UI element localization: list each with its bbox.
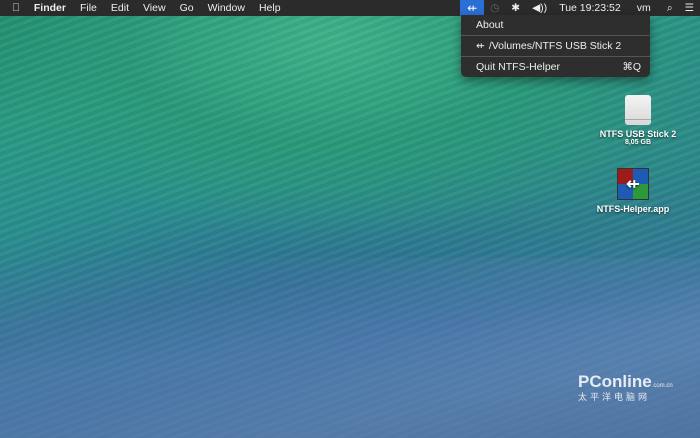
menu-edit[interactable]: Edit [104, 0, 136, 16]
bluetooth-icon[interactable]: ✱ [505, 0, 526, 16]
wallpaper-wave-base [0, 258, 700, 438]
watermark-cn: 太平洋电脑网 [578, 392, 651, 402]
menu-separator [461, 56, 650, 57]
menu-view[interactable]: View [136, 0, 173, 16]
pconline-watermark: PConline.com.cn 太平洋电脑网 [578, 372, 673, 403]
desktop-icon-app[interactable]: ⇷ NTFS-Helper.app [588, 168, 678, 214]
apple-menu-icon[interactable]:  [0, 0, 27, 16]
desktop-icon-drive[interactable]: NTFS USB Stick 2 8,05 GB [588, 95, 688, 146]
menu-go[interactable]: Go [173, 0, 201, 16]
usb-icon: ⇷ [476, 40, 485, 52]
menu-separator [461, 35, 650, 36]
menu-window[interactable]: Window [201, 0, 252, 16]
time-machine-icon[interactable]: ◷ [484, 0, 505, 16]
ntfs-helper-app-icon: ⇷ [617, 168, 649, 200]
menu-bar:  Finder File Edit View Go Window Help ⇷… [0, 0, 700, 16]
usb-status-icon[interactable]: ⇷ [460, 0, 485, 16]
menu-finder[interactable]: Finder [27, 0, 73, 16]
drive-size: 8,05 GB [624, 139, 652, 146]
ntfs-helper-menu: About ⇷/Volumes/NTFS USB Stick 2 Quit NT… [461, 15, 650, 77]
user-menu[interactable]: vm [627, 0, 661, 16]
watermark-domain: .com.cn [651, 383, 673, 389]
volume-icon[interactable]: ◀)) [526, 0, 553, 16]
volume-path: /Volumes/NTFS USB Stick 2 [488, 40, 622, 52]
quit-shortcut: ⌘Q [622, 61, 641, 73]
menu-help[interactable]: Help [252, 0, 288, 16]
app-name: NTFS-Helper.app [596, 204, 670, 214]
drive-name: NTFS USB Stick 2 [599, 129, 677, 139]
menu-item-about[interactable]: About [461, 16, 650, 34]
menu-item-volume[interactable]: ⇷/Volumes/NTFS USB Stick 2 [461, 37, 650, 55]
notification-center-icon[interactable]: ☰ [679, 0, 700, 16]
menu-item-quit[interactable]: Quit NTFS-Helper ⌘Q [461, 58, 650, 76]
menu-file[interactable]: File [73, 0, 104, 16]
external-drive-icon [625, 95, 651, 125]
watermark-brand: PConline [578, 372, 652, 391]
clock[interactable]: Tue 19:23:52 [553, 0, 627, 16]
spotlight-search-icon[interactable]: ⌕ [661, 0, 679, 16]
quit-label: Quit NTFS-Helper [476, 61, 561, 73]
